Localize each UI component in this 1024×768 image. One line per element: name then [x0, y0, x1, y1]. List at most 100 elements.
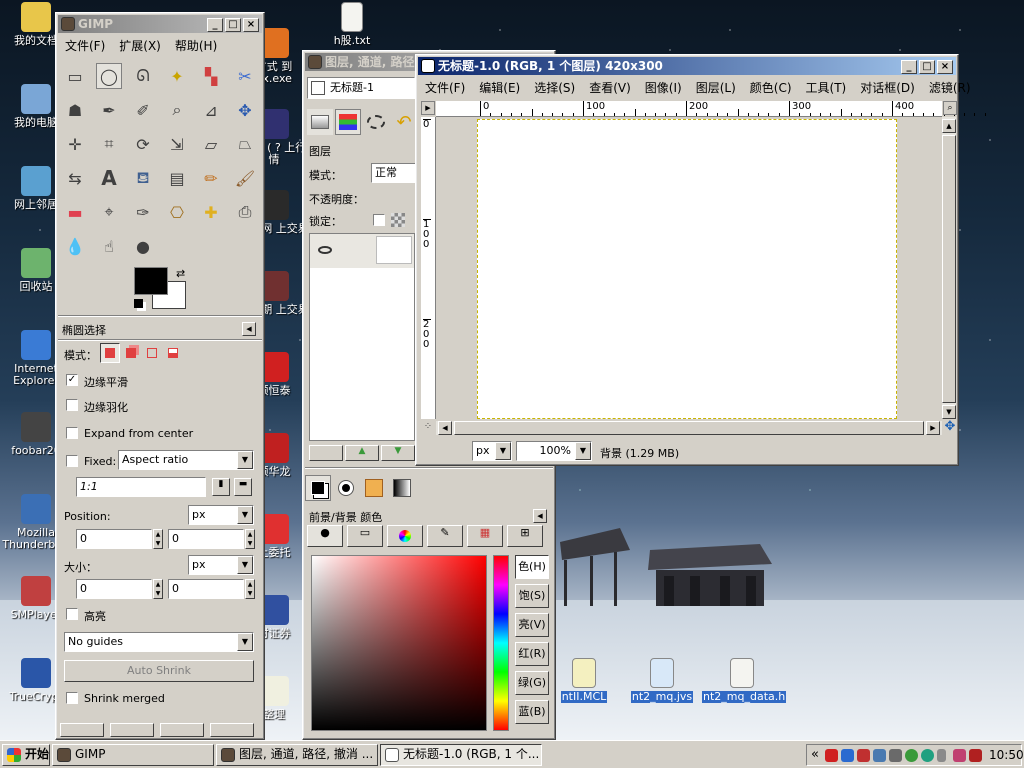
layer-visibility-eye-icon[interactable]: [318, 246, 332, 254]
tool-button-color-select[interactable]: ▚: [198, 63, 224, 89]
menu-item[interactable]: 颜色(C): [743, 79, 799, 96]
tab-undo[interactable]: ↶: [391, 109, 417, 135]
tray-shield-red-icon[interactable]: [969, 749, 982, 762]
lock-alpha-checkbox[interactable]: [373, 214, 385, 226]
tool-button-paths[interactable]: ✒: [96, 97, 122, 123]
tool-button-ink[interactable]: ✑: [130, 199, 156, 225]
horizontal-scroll-thumb[interactable]: [454, 421, 924, 435]
scroll-up-arrow-icon[interactable]: ▲: [942, 119, 956, 133]
layer-row-background[interactable]: [310, 234, 414, 268]
channel-button-3[interactable]: 红(R): [515, 642, 549, 666]
palette-selector-tab[interactable]: ⊞: [507, 525, 543, 547]
wheel-selector-tab[interactable]: [387, 525, 423, 547]
desktop-file-h-txt[interactable]: h股.txt: [316, 2, 388, 47]
gimp-selector-tab[interactable]: ●: [307, 525, 343, 547]
scroll-down-arrow-icon[interactable]: ▼: [942, 405, 956, 419]
menu-item[interactable]: 编辑(E): [472, 79, 527, 96]
highlight-checkbox[interactable]: [66, 608, 78, 620]
fgbg-menu-arrow-icon[interactable]: ◀: [533, 509, 547, 523]
size-x-spinner[interactable]: ▲ ▼: [153, 579, 163, 599]
tool-button-rect-select[interactable]: ▭: [62, 63, 88, 89]
quickmask-toggle-icon[interactable]: ⁘: [421, 421, 435, 435]
saturation-value-square[interactable]: [311, 555, 487, 731]
position-y-spinner[interactable]: ▲ ▼: [245, 529, 255, 549]
tab-fg-bg-color[interactable]: [305, 475, 331, 501]
size-x-input[interactable]: 0: [76, 579, 152, 599]
taskbar-button-image[interactable]: 无标题-1.0 (RGB, 1 个...: [380, 744, 542, 766]
tab-paths[interactable]: [363, 109, 389, 135]
tray-security-icon[interactable]: [953, 749, 966, 762]
taskbar-button-layers[interactable]: 图层, 通道, 路径, 撤消 ...: [216, 744, 378, 766]
minimize-button[interactable]: _: [901, 60, 917, 74]
tool-button-bucket-fill[interactable]: ⛾: [130, 165, 156, 191]
menu-item[interactable]: 图层(L): [689, 79, 743, 96]
reset-options-button[interactable]: [210, 723, 254, 737]
maximize-button[interactable]: □: [919, 60, 935, 74]
toolbox-window[interactable]: GIMP _ □ × 文件(F) 扩展(X) 帮助(H) ▭ ◯ ᘏ ✦ ▚ ✂ ☗ ✒ ✐ ⌕ ⊿ ✥ ✛…: [55, 12, 265, 740]
mode-replace-button[interactable]: [100, 343, 120, 363]
tool-button-measure[interactable]: ⊿: [198, 97, 224, 123]
tool-button-crop[interactable]: ⌗: [96, 131, 122, 157]
tool-button-perspective-clone[interactable]: ⎙: [232, 199, 258, 225]
tool-button-paintbrush[interactable]: 🖌: [232, 165, 258, 191]
raise-layer-button[interactable]: ▲: [345, 445, 379, 461]
scale-selector-tab[interactable]: ✎: [427, 525, 463, 547]
tool-button-ellipse-select[interactable]: ◯: [96, 63, 122, 89]
cmyk-selector-tab[interactable]: ▭: [347, 525, 383, 547]
tray-app-icon-4[interactable]: [921, 749, 934, 762]
desktop-file-nt2-mq-data-h[interactable]: nt2_mq_data.h: [702, 658, 787, 703]
tab-patterns[interactable]: [361, 475, 387, 501]
foreground-color-swatch[interactable]: [134, 267, 168, 295]
tab-brushes[interactable]: [333, 475, 359, 501]
maximize-button[interactable]: □: [225, 18, 241, 32]
tool-button-move[interactable]: ✥: [232, 97, 258, 123]
hue-strip[interactable]: [493, 555, 509, 731]
minimize-button[interactable]: _: [207, 18, 223, 32]
mode-intersect-button[interactable]: [163, 343, 183, 363]
tool-button-fuzzy-select[interactable]: ✦: [164, 63, 190, 89]
guides-select[interactable]: No guides ▼: [64, 632, 254, 652]
canvas-area[interactable]: [436, 117, 942, 419]
menu-item[interactable]: 图像(I): [638, 79, 689, 96]
desktop-file-ntii-mcl[interactable]: ntII.MCL: [548, 658, 620, 703]
tool-button-align[interactable]: ✛: [62, 131, 88, 157]
tool-button-shear[interactable]: ▱: [198, 131, 224, 157]
antialias-checkbox[interactable]: ✓: [66, 374, 78, 386]
horizontal-scrollbar[interactable]: ◀ ▶: [436, 421, 942, 435]
tray-chevron[interactable]: «: [811, 747, 819, 762]
taskbar-button-gimp[interactable]: GIMP: [52, 744, 214, 766]
image-selector[interactable]: 无标题-1: [307, 77, 415, 99]
tool-options-menu-arrow-icon[interactable]: ◀: [242, 322, 256, 336]
channel-button-1[interactable]: 饱(S): [515, 584, 549, 608]
tool-button-smudge[interactable]: ☝: [96, 233, 122, 259]
tool-button-clone[interactable]: ⎔: [164, 199, 190, 225]
tool-button-text[interactable]: A: [96, 165, 122, 191]
scroll-left-arrow-icon[interactable]: ◀: [438, 421, 452, 435]
tool-button-color-picker[interactable]: ✐: [130, 97, 156, 123]
position-x-spinner[interactable]: ▲ ▼: [153, 529, 163, 549]
menu-item[interactable]: 扩展(X): [112, 37, 168, 54]
tool-button-dodge-burn[interactable]: ●: [130, 233, 156, 259]
zoom-to-fit-icon[interactable]: ✥: [943, 420, 957, 435]
tool-button-scissors[interactable]: ✂: [232, 63, 258, 89]
position-x-input[interactable]: 0: [76, 529, 152, 549]
delete-options-button[interactable]: [160, 723, 204, 737]
tool-button-flip[interactable]: ⇆: [62, 165, 88, 191]
save-options-button[interactable]: [60, 723, 104, 737]
desktop-file-nt2-mq-jvs[interactable]: nt2_mq.jvs: [626, 658, 698, 703]
image-window-titlebar[interactable]: 无标题-1.0 (RGB, 1 个图层) 420x300 _ □ ×: [418, 57, 956, 75]
tool-button-perspective[interactable]: ⏢: [232, 131, 258, 157]
mode-subtract-button[interactable]: [142, 343, 162, 363]
menu-item[interactable]: 文件(F): [58, 37, 112, 54]
new-layer-button[interactable]: [309, 445, 343, 461]
tool-button-scale[interactable]: ⇲: [164, 131, 190, 157]
mode-add-button[interactable]: [121, 343, 141, 363]
tray-app-icon-2[interactable]: [889, 749, 902, 762]
menu-item[interactable]: 帮助(H): [168, 37, 224, 54]
vertical-scrollbar[interactable]: ▲ ▼: [942, 117, 956, 419]
toolbox-titlebar[interactable]: GIMP _ □ ×: [58, 15, 262, 33]
tool-button-airbrush[interactable]: ⌖: [96, 199, 122, 225]
tool-button-free-select[interactable]: ᘏ: [130, 63, 156, 89]
tool-button-eraser[interactable]: ▬: [62, 199, 88, 225]
landscape-button[interactable]: ▬: [234, 478, 252, 496]
